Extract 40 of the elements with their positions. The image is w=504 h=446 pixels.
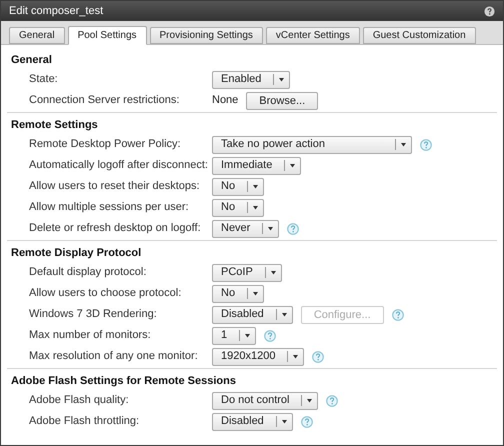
dropdown[interactable]: Enabled xyxy=(212,70,290,88)
help-icon[interactable] xyxy=(484,6,495,16)
dropdown[interactable]: Never xyxy=(212,220,280,238)
restriction-value: None xyxy=(212,93,238,108)
field-label: Allow users to reset their desktops: xyxy=(29,179,201,194)
field-label: Delete or refresh desktop on logoff: xyxy=(29,221,202,236)
field-label: Allow multiple sessions per user: xyxy=(29,200,190,216)
field-label: Remote Desktop Power Policy: xyxy=(29,137,182,152)
tab[interactable]: Provisioning Settings xyxy=(150,27,263,44)
tab[interactable]: Guest Customization xyxy=(362,27,476,44)
field-label: Allow users to choose protocol: xyxy=(29,286,182,302)
dropdown[interactable]: Disabled xyxy=(212,412,293,430)
field-label: Default display protocol: xyxy=(29,265,148,280)
dropdown[interactable]: No xyxy=(212,198,264,216)
dropdown[interactable]: 1 xyxy=(212,326,256,344)
section-heading: General xyxy=(11,52,52,68)
section-heading: Remote Settings xyxy=(11,118,98,133)
field-label: Windows 7 3D Rendering: xyxy=(29,307,158,322)
tab[interactable]: General xyxy=(9,27,65,44)
field-label: Adobe Flash quality: xyxy=(29,393,130,408)
tab[interactable]: Pool Settings xyxy=(68,26,147,45)
window-title: Edit composer_test xyxy=(9,4,104,19)
dropdown[interactable]: Do not control xyxy=(212,392,318,410)
dropdown[interactable]: No xyxy=(212,284,264,302)
field-label: Adobe Flash throttling: xyxy=(29,414,140,430)
field-label: Max resolution of any one monitor: xyxy=(29,349,199,364)
dropdown[interactable]: 1920x1200 xyxy=(212,348,304,366)
dropdown[interactable]: No xyxy=(212,178,264,196)
field-label: Automatically logoff after disconnect: xyxy=(29,158,209,174)
tab[interactable]: vCenter Settings xyxy=(266,27,360,44)
dropdown[interactable]: PCoIP xyxy=(212,264,282,282)
dropdown[interactable]: Take no power action xyxy=(212,136,412,154)
dropdown[interactable]: Immediate xyxy=(212,156,302,174)
field-label: State: xyxy=(29,72,59,88)
section-heading: Remote Display Protocol xyxy=(11,246,142,261)
section-heading: Adobe Flash Settings for Remote Sessions xyxy=(11,374,236,389)
field-label: Max number of monitors: xyxy=(29,328,152,344)
browse-button[interactable]: Browse... xyxy=(246,92,318,110)
dropdown[interactable]: Disabled xyxy=(212,306,293,324)
field-label: Connection Server restrictions: xyxy=(29,93,180,108)
